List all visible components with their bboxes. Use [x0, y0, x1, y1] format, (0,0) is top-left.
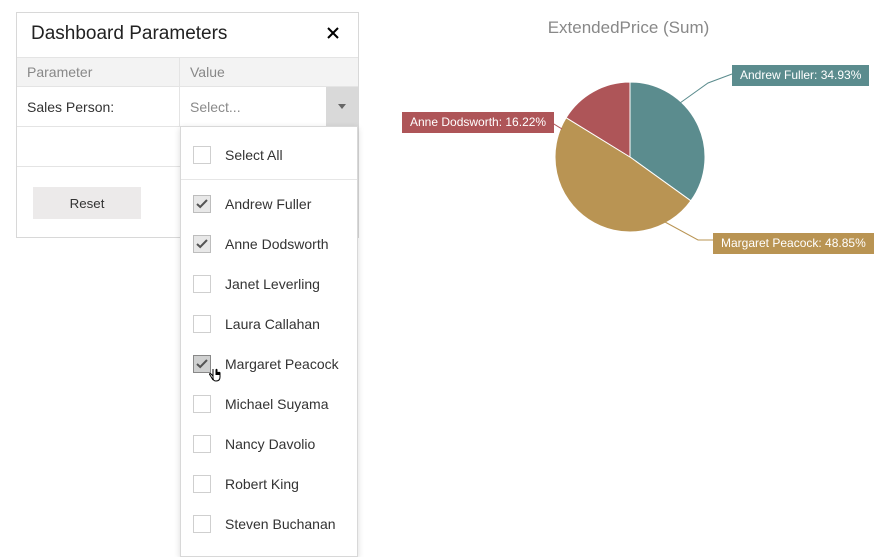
checkbox-icon	[193, 515, 211, 533]
option-select-all[interactable]: Select All	[181, 135, 357, 175]
slice-label: Anne Dodsworth: 16.22%	[402, 112, 554, 133]
checkbox-icon	[193, 275, 211, 293]
dropdown-option[interactable]: Margaret Peacock	[181, 344, 357, 384]
checkbox-icon	[193, 355, 211, 373]
option-label: Select All	[225, 147, 283, 163]
reset-button[interactable]: Reset	[33, 187, 141, 219]
checkbox-icon	[193, 315, 211, 333]
panel-title: Dashboard Parameters	[31, 23, 227, 45]
checkbox-icon	[193, 395, 211, 413]
dropdown-option[interactable]: Andrew Fuller	[181, 184, 357, 224]
param-label: Sales Person:	[17, 87, 180, 126]
dropdown-option[interactable]: Janet Leverling	[181, 264, 357, 304]
dropdown-option[interactable]: Michael Suyama	[181, 384, 357, 424]
option-label: Margaret Peacock	[225, 356, 339, 372]
salesperson-select[interactable]: Select...	[180, 87, 326, 126]
param-row-salesperson: Sales Person: Select...	[17, 87, 358, 127]
checkbox-icon	[193, 435, 211, 453]
dropdown-option[interactable]: Steven Buchanan	[181, 504, 357, 544]
option-label: Michael Suyama	[225, 396, 329, 412]
close-button[interactable]	[322, 23, 344, 45]
dropdown-option[interactable]: Laura Callahan	[181, 304, 357, 344]
dropdown-toggle[interactable]	[326, 87, 358, 126]
pie-chart: ExtendedPrice (Sum) Andrew Fuller: 34.93…	[400, 12, 857, 272]
option-label: Andrew Fuller	[225, 196, 311, 212]
option-label: Steven Buchanan	[225, 516, 336, 532]
slice-label: Margaret Peacock: 48.85%	[713, 233, 874, 254]
dropdown-separator	[181, 179, 357, 180]
option-label: Anne Dodsworth	[225, 236, 329, 252]
option-label: Laura Callahan	[225, 316, 320, 332]
checkbox-icon	[193, 235, 211, 253]
option-label: Janet Leverling	[225, 276, 320, 292]
slice-label: Andrew Fuller: 34.93%	[732, 65, 869, 86]
close-icon	[326, 26, 340, 40]
value-cell: Select...	[180, 87, 358, 126]
chevron-down-icon	[338, 104, 346, 109]
header-parameter: Parameter	[17, 58, 180, 86]
header-value: Value	[180, 58, 358, 86]
dropdown-option[interactable]: Anne Dodsworth	[181, 224, 357, 264]
checkbox-icon	[193, 475, 211, 493]
checkbox-icon	[193, 195, 211, 213]
panel-header: Dashboard Parameters	[17, 13, 358, 57]
leader-line	[680, 74, 732, 103]
salesperson-dropdown[interactable]: Select All Andrew Fuller Anne Dodsworth Jan…	[180, 126, 358, 557]
dropdown-option[interactable]: Robert King	[181, 464, 357, 504]
checkbox-icon	[193, 146, 211, 164]
option-label: Nancy Davolio	[225, 436, 315, 452]
dropdown-option[interactable]: Nancy Davolio	[181, 424, 357, 464]
option-label: Robert King	[225, 476, 299, 492]
grid-header: Parameter Value	[17, 57, 358, 87]
